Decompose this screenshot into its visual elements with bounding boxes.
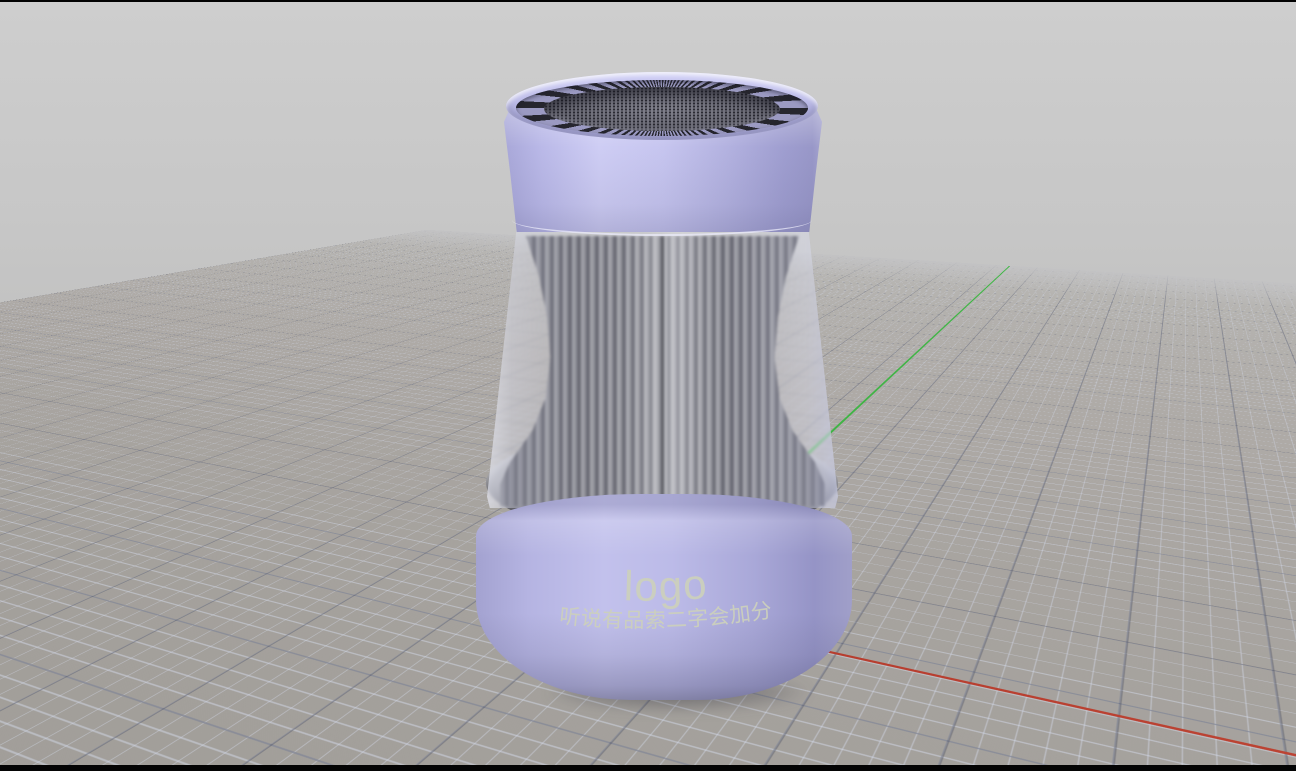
- top-cap-rim-highlight: [512, 204, 812, 236]
- logo-text: logo: [623, 560, 709, 610]
- top-mesh-grille: [544, 87, 780, 131]
- base-engraving: logo 听说有品索二字会加分: [476, 494, 852, 700]
- letterbox-bar-bottom: [0, 765, 1296, 771]
- render-viewport[interactable]: logo 听说有品索二字会加分: [0, 0, 1296, 771]
- logo-textpath: logo: [623, 560, 709, 610]
- letterbox-bar-top: [0, 0, 1296, 2]
- transparent-shell: [487, 226, 838, 508]
